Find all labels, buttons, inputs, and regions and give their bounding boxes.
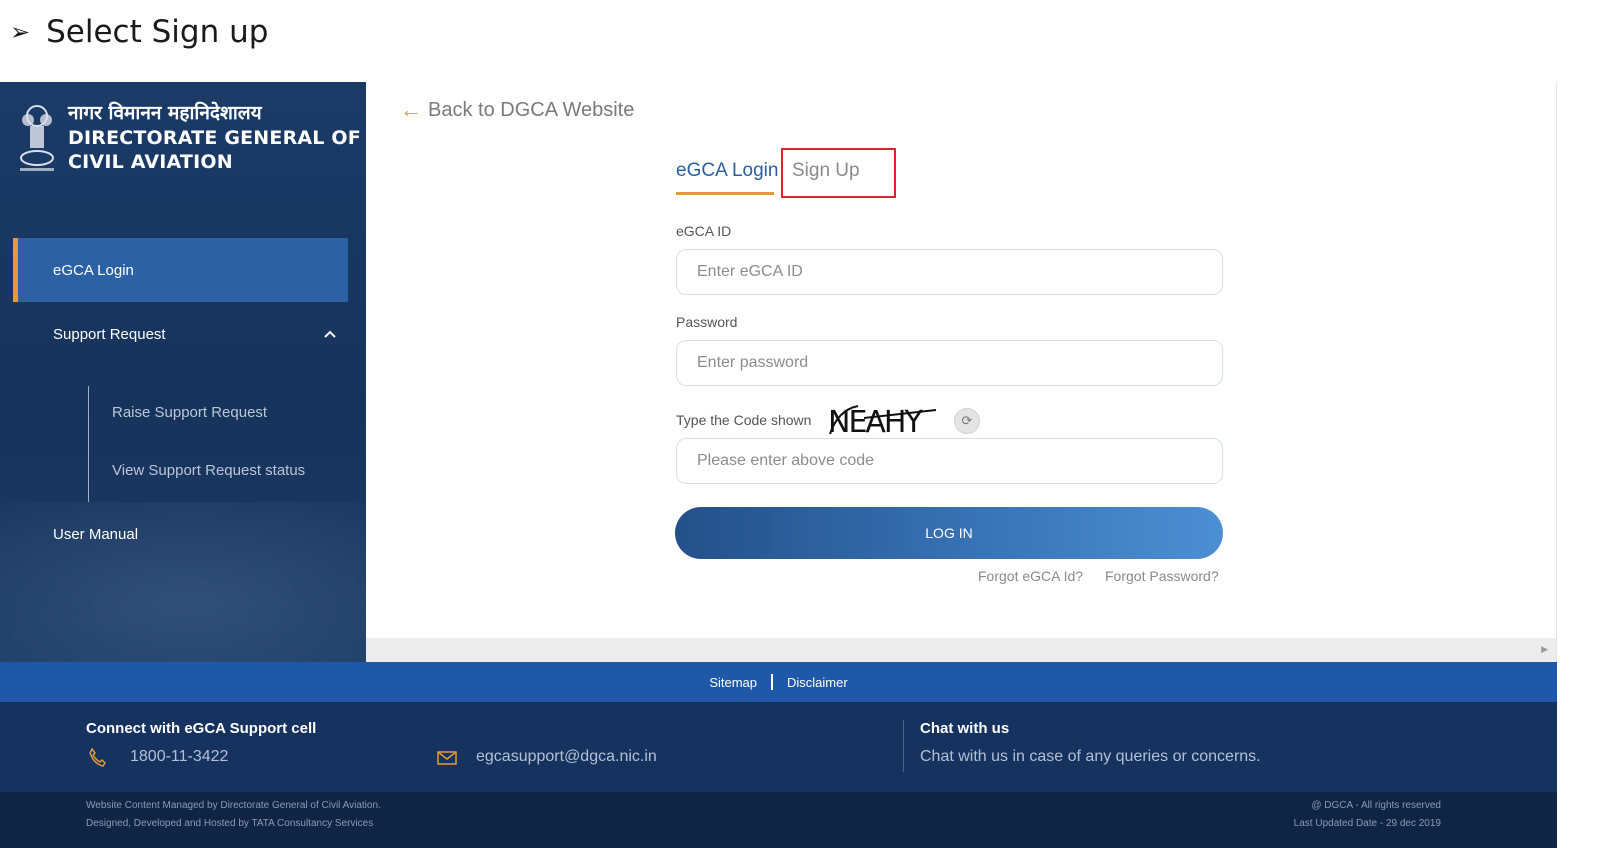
refresh-captcha-icon[interactable]: ⟳	[954, 408, 980, 434]
sidebar: नागर विमानन महानिदेशालय DIRECTORATE GENE…	[0, 82, 366, 674]
sitemap-link[interactable]: Sitemap	[709, 675, 757, 690]
submenu-divider	[88, 386, 89, 502]
captcha-label: Type the Code shown	[676, 412, 812, 428]
login-button[interactable]: LOG IN	[675, 507, 1223, 559]
sidebar-item-label: Support Request	[53, 325, 166, 343]
egca-id-label: eGCA ID	[676, 223, 732, 239]
captcha-text: NEAHY	[828, 405, 923, 440]
tab-sign-up[interactable]: Sign Up	[792, 160, 860, 182]
footer-copyright: @ DGCA - All rights reserved	[1311, 800, 1441, 811]
password-placeholder: Enter password	[697, 354, 809, 371]
brand-hindi-name: नागर विमानन महानिदेशालय	[68, 102, 262, 124]
mail-icon	[437, 750, 457, 771]
support-email[interactable]: egcasupport@dgca.nic.in	[476, 748, 657, 766]
back-to-dgca-link[interactable]: ← Back to DGCA Website	[400, 97, 634, 123]
captcha-image: NEAHY	[828, 400, 940, 440]
sidebar-menu: eGCA Login Support Request Raise Support…	[13, 238, 348, 566]
content-edge	[1556, 82, 1557, 662]
footer-contact: Connect with eGCA Support cell 1800-11-3…	[0, 702, 1557, 792]
footer-divider	[903, 720, 904, 772]
forgot-egca-id-link[interactable]: Forgot eGCA Id?	[978, 568, 1083, 584]
tab-egca-login[interactable]: eGCA Login	[676, 160, 778, 182]
support-phone[interactable]: 1800-11-3422	[130, 748, 228, 766]
brand-name-line2: CIVIL AVIATION	[68, 151, 233, 173]
horizontal-scrollbar[interactable]: ▶	[366, 638, 1556, 662]
chevron-up-icon	[322, 326, 338, 342]
captcha-placeholder: Please enter above code	[697, 452, 875, 469]
footer-bottom: Website Content Managed by Directorate G…	[0, 792, 1557, 848]
back-arrow-icon: ←	[400, 97, 422, 122]
auth-tabs: eGCA Login Sign Up	[676, 148, 936, 198]
disclaimer-link[interactable]: Disclaimer	[787, 675, 848, 690]
arrow-bullet-icon: ➢	[10, 18, 31, 46]
captcha-input[interactable]: Please enter above code	[676, 438, 1223, 484]
back-link-label: Back to DGCA Website	[428, 98, 635, 121]
sidebar-item-user-manual[interactable]: User Manual	[13, 502, 348, 566]
scroll-right-icon[interactable]: ▶	[1541, 644, 1548, 655]
footer-last-updated: Last Updated Date - 29 dec 2019	[1293, 818, 1441, 829]
sidebar-item-support-request[interactable]: Support Request	[13, 302, 348, 366]
sidebar-item-label: eGCA Login	[53, 261, 134, 279]
sidebar-item-egca-login[interactable]: eGCA Login	[13, 238, 348, 302]
connect-support-title: Connect with eGCA Support cell	[86, 720, 317, 737]
sidebar-item-label: User Manual	[53, 525, 139, 543]
egca-id-placeholder: Enter eGCA ID	[697, 263, 803, 280]
instruction-label: Select Sign up	[46, 14, 269, 50]
sidebar-subitem-raise-request[interactable]: Raise Support Request	[112, 404, 267, 421]
footer-links-bar: Sitemap Disclaimer	[0, 662, 1557, 702]
egca-id-input[interactable]: Enter eGCA ID	[676, 249, 1223, 295]
chat-description: Chat with us in case of any queries or c…	[920, 748, 1261, 765]
password-label: Password	[676, 314, 738, 330]
brand-name-line1: DIRECTORATE GENERAL OF	[68, 127, 361, 149]
active-tab-underline	[676, 192, 774, 195]
footer-managed-by: Website Content Managed by Directorate G…	[86, 800, 381, 811]
forgot-password-link[interactable]: Forgot Password?	[1105, 568, 1219, 584]
password-input[interactable]: Enter password	[676, 340, 1223, 386]
instruction-text: ➢ Select Sign up	[10, 10, 268, 54]
sidebar-subitem-view-status[interactable]: View Support Request status	[112, 462, 305, 479]
footer-link-separator	[771, 674, 774, 690]
phone-icon	[88, 747, 106, 772]
chat-title[interactable]: Chat with us	[920, 720, 1009, 737]
footer-designed-by: Designed, Developed and Hosted by TATA C…	[86, 818, 374, 829]
brand-header: नागर विमानन महानिदेशालय DIRECTORATE GENE…	[14, 100, 361, 180]
login-button-label: LOG IN	[925, 525, 973, 541]
national-emblem-icon	[14, 100, 60, 180]
